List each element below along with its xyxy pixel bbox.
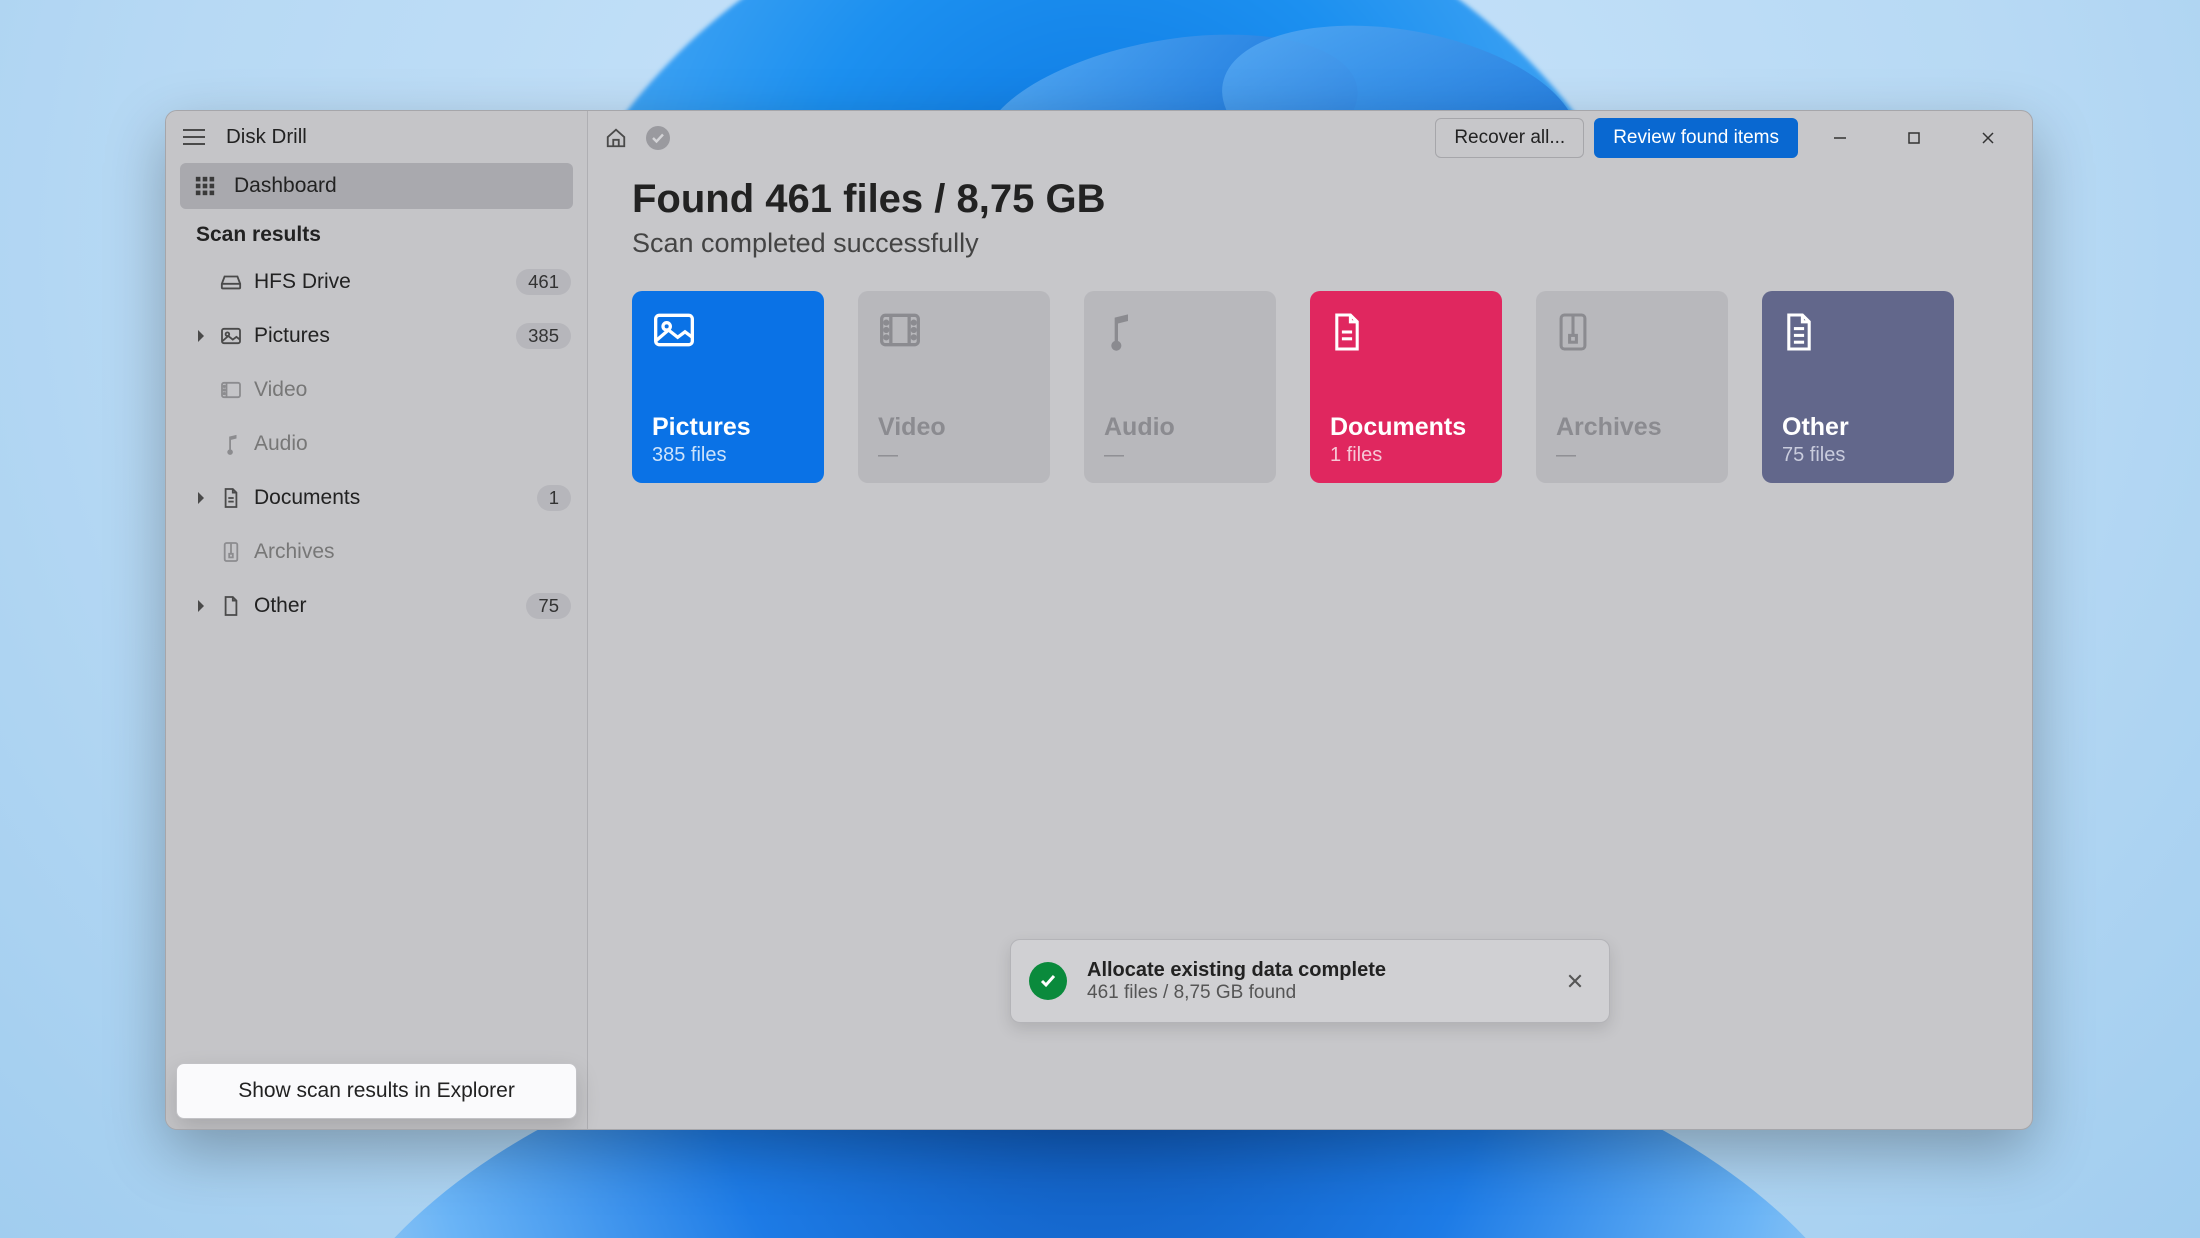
sidebar-item-label: Audio [254, 432, 571, 456]
window-maximize-button[interactable] [1882, 118, 1946, 158]
documents-icon [1330, 311, 1482, 357]
chevron-right-icon [194, 492, 208, 504]
app-title: Disk Drill [226, 125, 307, 149]
recover-all-button[interactable]: Recover all... [1435, 118, 1584, 158]
sidebar-item-badge: 461 [516, 269, 571, 295]
sidebar-item-label: Pictures [254, 324, 506, 348]
card-other[interactable]: Other 75 files [1762, 291, 1954, 483]
card-archives[interactable]: Archives — [1536, 291, 1728, 483]
card-audio[interactable]: Audio — [1084, 291, 1276, 483]
window-close-button[interactable] [1956, 118, 2020, 158]
documents-icon [218, 487, 244, 509]
audio-icon [218, 433, 244, 455]
card-title: Other [1782, 413, 1934, 442]
app-window: Disk Drill Dashboard Scan results HFS Dr… [165, 110, 2033, 1130]
sidebar-item-label: Documents [254, 486, 527, 510]
scan-complete-toast: Allocate existing data complete 461 file… [1010, 939, 1610, 1023]
card-sub: 1 files [1330, 444, 1482, 467]
card-title: Pictures [652, 413, 804, 442]
sidebar-scan-results-heading: Scan results [196, 223, 587, 247]
card-sub: 75 files [1782, 444, 1934, 467]
sidebar-item-audio[interactable]: Audio [166, 417, 587, 471]
home-icon[interactable] [600, 122, 632, 154]
sidebar-item-label: Video [254, 378, 571, 402]
archives-icon [218, 541, 244, 563]
chevron-right-icon [194, 600, 208, 612]
sidebar-item-label: Other [254, 594, 516, 618]
window-minimize-button[interactable] [1808, 118, 1872, 158]
check-chip-icon[interactable] [646, 126, 670, 150]
dashboard-icon [194, 175, 216, 197]
card-title: Audio [1104, 413, 1256, 442]
card-title: Archives [1556, 413, 1708, 442]
card-sub: — [1104, 444, 1256, 467]
sidebar-item-dashboard[interactable]: Dashboard [180, 163, 573, 209]
sidebar-item-badge: 385 [516, 323, 571, 349]
sidebar-item-badge: 1 [537, 485, 571, 511]
file-icon [218, 595, 244, 617]
file-icon [1782, 311, 1934, 357]
category-cards: Pictures 385 files Video — Audio — [632, 291, 1988, 483]
card-title: Video [878, 413, 1030, 442]
page-title: Found 461 files / 8,75 GB [632, 177, 1988, 222]
card-video[interactable]: Video — [858, 291, 1050, 483]
sidebar-item-pictures[interactable]: Pictures 385 [166, 309, 587, 363]
card-title: Documents [1330, 413, 1482, 442]
main-pane: Recover all... Review found items Found … [588, 111, 2032, 1129]
toast-close-button[interactable] [1559, 965, 1591, 997]
toast-sub: 461 files / 8,75 GB found [1087, 982, 1539, 1004]
sidebar: Disk Drill Dashboard Scan results HFS Dr… [166, 111, 588, 1129]
card-sub: — [878, 444, 1030, 467]
card-sub: 385 files [652, 444, 804, 467]
pictures-icon [218, 327, 244, 345]
sidebar-item-badge: 75 [526, 593, 571, 619]
sidebar-item-other[interactable]: Other 75 [166, 579, 587, 633]
pictures-icon [652, 311, 804, 357]
toolbar: Recover all... Review found items [588, 111, 2032, 165]
card-sub: — [1556, 444, 1708, 467]
sidebar-item-video[interactable]: Video [166, 363, 587, 417]
check-circle-icon [1029, 962, 1067, 1000]
hamburger-icon[interactable] [178, 121, 210, 153]
sidebar-item-documents[interactable]: Documents 1 [166, 471, 587, 525]
page-subtitle: Scan completed successfully [632, 228, 1988, 259]
video-icon [878, 311, 1030, 357]
audio-icon [1104, 311, 1256, 357]
video-icon [218, 381, 244, 399]
chevron-right-icon [194, 330, 208, 342]
sidebar-item-label: Archives [254, 540, 571, 564]
sidebar-item-hfs-drive[interactable]: HFS Drive 461 [166, 255, 587, 309]
card-documents[interactable]: Documents 1 files [1310, 291, 1502, 483]
toast-title: Allocate existing data complete [1087, 959, 1539, 982]
sidebar-item-archives[interactable]: Archives [166, 525, 587, 579]
card-pictures[interactable]: Pictures 385 files [632, 291, 824, 483]
sidebar-item-label: HFS Drive [254, 270, 506, 294]
archives-icon [1556, 311, 1708, 357]
review-found-items-button[interactable]: Review found items [1594, 118, 1798, 158]
drive-icon [218, 273, 244, 291]
sidebar-dashboard-label: Dashboard [234, 174, 337, 198]
show-in-explorer-button[interactable]: Show scan results in Explorer [176, 1063, 577, 1119]
